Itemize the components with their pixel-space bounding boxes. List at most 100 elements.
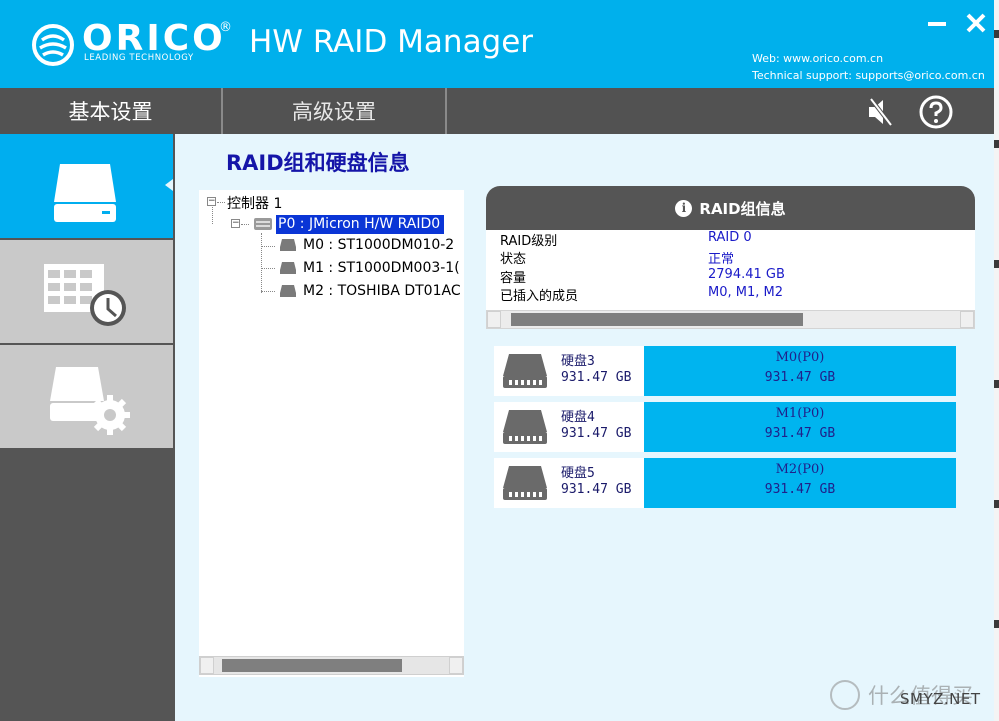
scroll-thumb[interactable]: [222, 659, 402, 672]
minimize-button[interactable]: [922, 8, 952, 38]
orico-logo-icon: [32, 24, 74, 66]
disk-name: 硬盘5: [561, 466, 595, 481]
info-row: 容量 2794.41 GB: [486, 267, 975, 286]
raid-table-clock-icon: [44, 264, 126, 326]
app-title: HW RAID Manager: [249, 24, 534, 60]
raid-array-icon: [254, 218, 272, 230]
disk-settings-icon: [50, 367, 130, 435]
tree-node-raid[interactable]: P0 : JMicron H/W RAID0: [276, 215, 445, 234]
tree-connector: [261, 268, 275, 269]
info-horizontal-scrollbar[interactable]: [486, 310, 975, 329]
info-icon: i: [675, 199, 693, 217]
hard-disk-icon: [503, 354, 547, 388]
collapse-raid-toggle[interactable]: −: [231, 219, 240, 228]
tab-basic-settings[interactable]: 基本设置: [0, 88, 221, 134]
disk-icon: [54, 164, 116, 222]
info-value: M0, M1, M2: [708, 285, 783, 300]
watermark-logo-icon: [830, 680, 860, 710]
watermark-site: SMYZ.NET: [900, 690, 981, 708]
info-label: 容量: [500, 271, 527, 286]
raid-info-header: i RAID组信息: [486, 186, 975, 230]
scroll-thumb[interactable]: [511, 313, 803, 326]
tree-connector: [261, 246, 275, 247]
raid-manager-window: ORICO ® LEADING TECHNOLOGY HW RAID Manag…: [0, 0, 994, 721]
collapse-controller-toggle[interactable]: −: [207, 197, 216, 206]
scroll-right-button[interactable]: [960, 311, 974, 328]
tree-connector: [217, 202, 225, 203]
disk-member-label: M1(P0): [775, 406, 825, 421]
tree-connector: [261, 291, 275, 292]
edge-artifact: [994, 380, 999, 388]
scroll-left-button[interactable]: [487, 311, 501, 328]
edge-artifact: [994, 140, 999, 148]
page-title: RAID组和硬盘信息: [226, 151, 410, 175]
tree-node-controller[interactable]: 控制器 1: [227, 193, 282, 213]
disk-member-size: 931.47 GB: [764, 426, 836, 441]
raid-info-panel: i RAID组信息 RAID级别 RAID 0 状态 正常 容量 2794.41…: [486, 186, 975, 329]
disk-size: 931.47 GB: [561, 482, 632, 497]
help-icon[interactable]: [919, 95, 953, 129]
brand-tagline: LEADING TECHNOLOGY: [84, 53, 194, 63]
disk-member-bar[interactable]: M0(P0) 931.47 GB: [644, 346, 956, 396]
tree-node-member[interactable]: M0 : ST1000DM010-2: [303, 237, 454, 253]
disk-name: 硬盘3: [561, 354, 595, 369]
disk-row: 硬盘3 931.47 GB M0(P0) 931.47 GB: [494, 346, 956, 396]
disk-row: 硬盘4 931.47 GB M1(P0) 931.47 GB: [494, 402, 956, 452]
tree-connector: [212, 207, 213, 224]
support-text: Technical support: supports@orico.com.cn: [752, 69, 985, 82]
disk-size: 931.47 GB: [561, 370, 632, 385]
edge-artifact: [994, 30, 999, 38]
info-label: 已插入的成员: [500, 289, 579, 304]
title-bar: ORICO ® LEADING TECHNOLOGY HW RAID Manag…: [0, 0, 994, 88]
tab-advanced-settings[interactable]: 高级设置: [223, 88, 445, 134]
sidebar: [0, 134, 175, 721]
raid-tree: − 控制器 1 − P0 : JMicron H/W RAID0 M0 : ST…: [199, 190, 464, 677]
disk-member-size: 931.47 GB: [764, 370, 836, 385]
scroll-left-button[interactable]: [200, 657, 214, 674]
edge-artifact: [994, 500, 999, 508]
disk-member-size: 931.47 GB: [764, 482, 836, 497]
edge-artifact: [994, 260, 999, 268]
disk-name: 硬盘4: [561, 410, 595, 425]
disk-member-label: M2(P0): [775, 462, 825, 477]
info-row: RAID级别 RAID 0: [486, 230, 975, 249]
sidebar-item-raid-schedule[interactable]: [0, 240, 173, 343]
raid-info-heading: RAID组信息: [699, 199, 786, 218]
tree-horizontal-scrollbar[interactable]: [199, 656, 464, 675]
scroll-right-button[interactable]: [449, 657, 463, 674]
info-row: 已插入的成员 M0, M1, M2: [486, 285, 975, 304]
active-indicator: [165, 179, 173, 191]
disk-size: 931.47 GB: [561, 426, 632, 441]
mute-icon[interactable]: [863, 95, 897, 129]
website-text: Web: www.orico.com.cn: [752, 52, 884, 65]
info-label: 状态: [500, 252, 527, 267]
hard-disk-icon: [280, 262, 296, 274]
registered-mark: ®: [219, 20, 232, 35]
disk-member-bar[interactable]: M2(P0) 931.47 GB: [644, 458, 956, 508]
hard-disk-icon: [280, 239, 296, 251]
close-icon: [966, 13, 986, 33]
info-value: 正常: [708, 252, 735, 267]
main-nav: 基本设置 高级设置: [0, 88, 994, 134]
info-value: RAID 0: [708, 230, 752, 245]
tree-connector: [241, 224, 249, 225]
tree-node-member[interactable]: M2 : TOSHIBA DT01AC: [303, 283, 461, 299]
tree-node-member[interactable]: M1 : ST1000DM003-1(: [303, 260, 460, 276]
hard-disk-icon: [280, 285, 296, 297]
background-window-edge: [994, 0, 999, 721]
edge-artifact: [994, 620, 999, 628]
sidebar-item-disk-info[interactable]: [0, 134, 173, 238]
disk-row: 硬盘5 931.47 GB M2(P0) 931.47 GB: [494, 458, 956, 508]
disk-member-label: M0(P0): [775, 350, 825, 365]
hard-disk-icon: [503, 410, 547, 444]
tree-connector: [261, 233, 262, 293]
hard-disk-icon: [503, 466, 547, 500]
sidebar-item-disk-settings[interactable]: [0, 345, 173, 448]
info-value: 2794.41 GB: [708, 267, 785, 282]
disk-member-bar[interactable]: M1(P0) 931.47 GB: [644, 402, 956, 452]
minimize-icon: [928, 22, 946, 26]
info-row: 状态 正常: [486, 248, 975, 267]
tab-divider: [445, 88, 447, 134]
close-button[interactable]: [961, 8, 991, 38]
info-label: RAID级别: [500, 234, 558, 249]
